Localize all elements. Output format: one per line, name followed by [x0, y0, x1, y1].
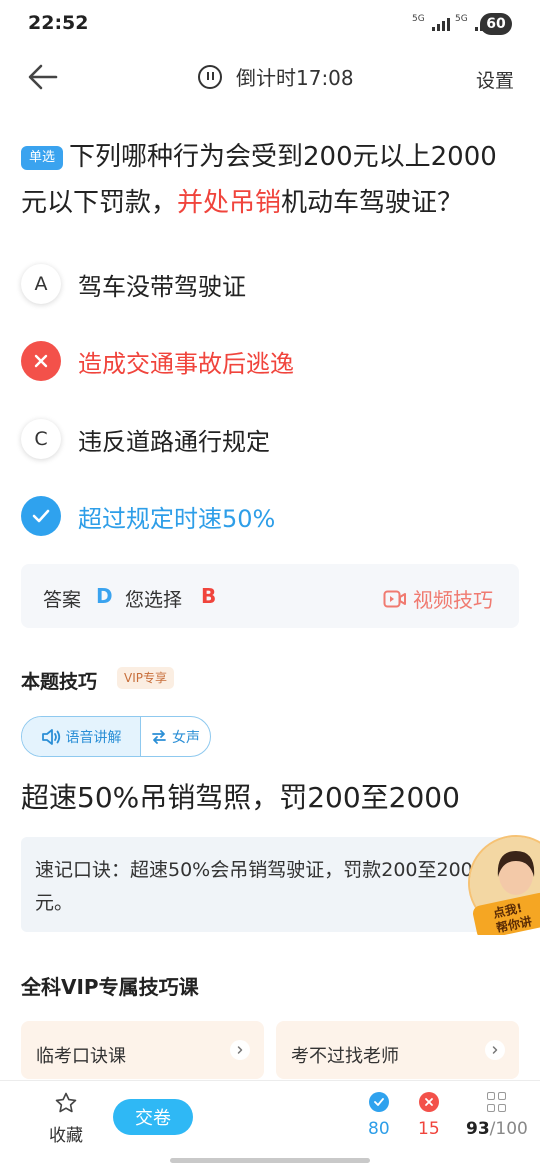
voice-explain-group: 语音讲解 女声: [21, 716, 211, 757]
option-d[interactable]: 超过规定时速50%: [21, 494, 521, 538]
grid-icon: [486, 1092, 507, 1112]
correct-answer-value: D: [96, 584, 113, 608]
settings-button[interactable]: 设置: [476, 66, 514, 93]
option-c[interactable]: C 违反道路通行规定: [21, 417, 521, 461]
your-choice-value: B: [201, 584, 217, 608]
network-type-1: 5G: [412, 14, 425, 24]
countdown-text: 倒计时17:08: [236, 66, 354, 90]
bottom-toolbar: 收藏 交卷 80 15 93/100: [0, 1080, 540, 1170]
question-type-badge: 单选: [21, 146, 64, 170]
wrong-count-value: 15: [418, 1119, 440, 1139]
network-type-2: 5G: [455, 14, 468, 24]
voice-switch-button[interactable]: 女声: [141, 717, 210, 756]
question-text-part: 机动车驾驶证？: [281, 188, 464, 218]
swap-icon: [152, 729, 166, 744]
option-b[interactable]: 造成交通事故后逃逸: [21, 339, 521, 383]
video-tip-button[interactable]: 视频技巧: [383, 584, 493, 613]
teacher-avatar[interactable]: 点我! 帮你讲: [468, 835, 540, 935]
question-highlight: 并处吊销: [177, 188, 282, 218]
video-tip-label: 视频技巧: [413, 588, 493, 612]
answer-label: 答案: [43, 589, 82, 611]
status-time: 22:52: [28, 12, 89, 34]
option-label: 驾车没带驾驶证: [78, 272, 246, 301]
countdown-timer[interactable]: 倒计时17:08: [198, 62, 354, 91]
favorite-button[interactable]: 收藏: [46, 1091, 86, 1146]
signal-icon: [432, 18, 450, 31]
correct-count[interactable]: 80: [368, 1092, 390, 1139]
check-icon: [368, 1092, 389, 1112]
option-label: 超过规定时速50%: [78, 504, 276, 533]
progress-current: 93: [466, 1119, 490, 1139]
top-nav: 倒计时17:08 设置: [0, 48, 540, 106]
pause-icon[interactable]: [198, 64, 222, 89]
voice-explain-label: 语音讲解: [65, 729, 122, 746]
wrong-count[interactable]: 15: [418, 1092, 440, 1139]
star-icon: [55, 1092, 77, 1113]
favorite-label: 收藏: [49, 1126, 83, 1146]
check-icon: [21, 496, 61, 536]
course-card-mnemonic[interactable]: 临考口诀课: [21, 1021, 264, 1079]
progress-text: 93/100: [466, 1119, 528, 1139]
option-marker: C: [21, 419, 61, 459]
status-bar: 22:52 5G 5G 60: [0, 0, 540, 48]
your-choice-label: 您选择: [125, 589, 183, 611]
wrong-x-icon: [21, 341, 61, 381]
question-text: 单选 下列哪种行为会受到200元以上2000元以下罚款，并处吊销机动车驾驶证？: [21, 134, 521, 226]
vip-badge: VIP专享: [117, 667, 174, 689]
course-label: 临考口诀课: [36, 1046, 126, 1067]
answer-summary: 答案 D 您选择 B 视频技巧: [21, 564, 519, 628]
video-icon: [383, 590, 406, 607]
chevron-right-icon: [230, 1040, 250, 1060]
tips-title: 本题技巧: [21, 671, 98, 693]
tip-summary: 超速50%吊销驾照，罚200至2000: [21, 781, 460, 814]
voice-explain-button[interactable]: 语音讲解: [22, 717, 141, 756]
mnemonic-box: 速记口诀：超速50%会吊销驾驶证，罚款200至2000元。: [21, 837, 519, 932]
speaker-icon: [41, 728, 60, 745]
chevron-right-icon: [485, 1040, 505, 1060]
correct-count-value: 80: [368, 1119, 390, 1139]
course-label: 考不过找老师: [291, 1046, 399, 1067]
option-label: 造成交通事故后逃逸: [78, 349, 294, 378]
option-a[interactable]: A 驾车没带驾驶证: [21, 262, 521, 306]
option-label: 违反道路通行规定: [78, 427, 270, 456]
voice-switch-label: 女声: [172, 729, 200, 746]
question-progress[interactable]: 93/100: [466, 1092, 528, 1139]
option-marker: A: [21, 264, 61, 304]
progress-total: /100: [489, 1119, 528, 1139]
submit-exam-button[interactable]: 交卷: [113, 1099, 193, 1135]
vip-courses-title: 全科VIP专属技巧课: [21, 975, 199, 999]
battery-indicator: 60: [480, 13, 512, 35]
back-arrow-icon[interactable]: [26, 60, 60, 94]
course-card-teacher[interactable]: 考不过找老师: [276, 1021, 519, 1079]
close-icon: [418, 1092, 439, 1112]
home-indicator: [170, 1158, 370, 1163]
